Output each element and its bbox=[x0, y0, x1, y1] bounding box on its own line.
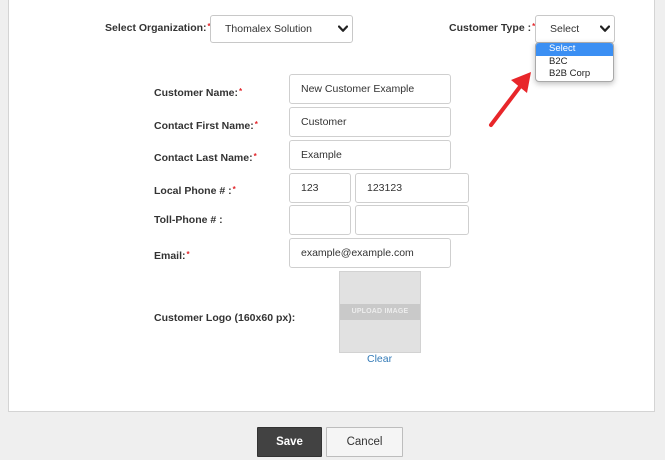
contact-first-name-label: Contact First Name:* bbox=[154, 120, 258, 132]
email-label: Email:* bbox=[154, 250, 190, 262]
toll-phone-label: Toll-Phone # : bbox=[154, 214, 223, 226]
customer-type-select[interactable]: Select bbox=[535, 15, 615, 43]
clear-logo-link[interactable]: Clear bbox=[367, 353, 392, 365]
red-arrow-icon bbox=[489, 72, 531, 127]
toll-phone-area-input[interactable] bbox=[289, 205, 351, 235]
upload-image-placeholder: UPLOAD IMAGE bbox=[340, 304, 420, 320]
customer-type-dropdown: Select B2C B2B Corp bbox=[535, 42, 614, 82]
customer-type-select-value: Select bbox=[550, 23, 580, 35]
save-button[interactable]: Save bbox=[257, 427, 322, 457]
contact-last-name-input[interactable] bbox=[289, 140, 451, 170]
customer-type-label: Customer Type :* bbox=[449, 22, 536, 34]
customer-type-option-b2c[interactable]: B2C bbox=[536, 56, 613, 69]
chevron-down-icon bbox=[338, 25, 348, 32]
organization-select[interactable]: Thomalex Solution bbox=[210, 15, 353, 43]
local-phone-number-input[interactable] bbox=[355, 173, 469, 203]
customer-name-label: Customer Name:* bbox=[154, 87, 243, 99]
customer-logo-label: Customer Logo (160x60 px): bbox=[154, 312, 296, 324]
local-phone-area-input[interactable] bbox=[289, 173, 351, 203]
chevron-down-icon bbox=[600, 25, 610, 32]
contact-last-name-label: Contact Last Name:* bbox=[154, 152, 257, 164]
cancel-button[interactable]: Cancel bbox=[326, 427, 403, 457]
customer-type-option-b2b-corp[interactable]: B2B Corp bbox=[536, 68, 613, 81]
local-phone-label: Local Phone # :* bbox=[154, 185, 236, 197]
contact-first-name-input[interactable] bbox=[289, 107, 451, 137]
organization-label: Select Organization:* bbox=[105, 22, 211, 34]
logo-upload-area[interactable]: UPLOAD IMAGE bbox=[339, 271, 421, 353]
toll-phone-number-input[interactable] bbox=[355, 205, 469, 235]
customer-name-input[interactable] bbox=[289, 74, 451, 104]
email-input[interactable] bbox=[289, 238, 451, 268]
customer-type-option-select[interactable]: Select bbox=[536, 43, 613, 56]
organization-select-value: Thomalex Solution bbox=[225, 23, 312, 35]
